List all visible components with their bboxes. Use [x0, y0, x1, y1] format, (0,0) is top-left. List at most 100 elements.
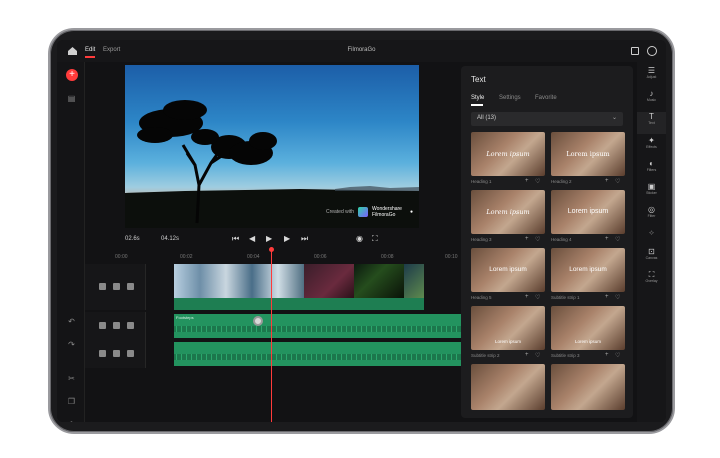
heart-icon[interactable]: ♡ — [615, 294, 620, 301]
tab-settings[interactable]: Settings — [499, 95, 521, 101]
undo-icon[interactable]: ↶ — [67, 317, 76, 326]
video-clip[interactable] — [174, 264, 304, 298]
audio-clip[interactable] — [174, 342, 486, 366]
prev-frame-icon[interactable]: ◀ — [249, 234, 255, 243]
tile-preview-text: Lorem ipsum — [574, 339, 601, 344]
text-style-tile[interactable]: Lorem ipsum Heading 4 + ♡ — [551, 190, 625, 243]
copy-icon[interactable]: ❐ — [67, 397, 76, 406]
add-icon[interactable]: + — [605, 178, 609, 184]
text-style-tile[interactable]: Lorem ipsum Heading 3 + ♡ — [471, 190, 545, 243]
tile-preview-text: Lorem ipsum — [494, 339, 521, 344]
transition-icon: ⟡ — [648, 228, 655, 237]
settings-icon[interactable] — [647, 46, 657, 56]
lock-icon[interactable] — [99, 350, 106, 357]
tile-caption: Subtitle strip 3 — [551, 353, 580, 358]
tile-preview-text: Lorem ipsum — [486, 150, 530, 158]
tool-overlay[interactable]: ⛶ Overlay — [637, 270, 666, 283]
visibility-icon[interactable] — [127, 322, 134, 329]
skip-end-icon[interactable]: ⏭ — [301, 234, 308, 244]
app-screen: Edit Export FilmoraGo + ▤ ↶ ↷ ✂ ❐ ⇪ Crea… — [57, 40, 666, 422]
add-icon[interactable]: + — [605, 352, 609, 358]
watermark-created-label: Created with — [325, 209, 355, 215]
add-icon[interactable]: + — [525, 352, 529, 358]
next-frame-icon[interactable]: ▶ — [284, 234, 290, 243]
watermark-brand: Wondershare FilmoraGo — [372, 206, 402, 218]
mute-icon[interactable] — [113, 350, 120, 357]
music-icon: ♪ — [649, 89, 654, 98]
watermark-close-icon[interactable]: ● — [410, 209, 413, 215]
heart-icon[interactable]: ♡ — [615, 352, 620, 359]
tool-effects[interactable]: ✦ Effects — [637, 136, 666, 149]
heart-icon[interactable]: ♡ — [535, 352, 540, 359]
video-audio-strip[interactable] — [174, 298, 424, 310]
tab-favorite[interactable]: Favorite — [535, 95, 557, 101]
app-title: FilmoraGo — [347, 47, 376, 53]
category-value: All (13) — [477, 115, 497, 121]
skip-start-icon[interactable]: ⏮ — [232, 234, 239, 244]
tool-filter[interactable]: ◎ Filter — [637, 205, 666, 218]
current-time: 02.6s — [125, 236, 140, 242]
add-icon[interactable]: + — [525, 294, 529, 300]
lock-icon[interactable] — [99, 283, 106, 290]
tool-text[interactable]: T Text — [637, 112, 666, 134]
effects-icon: ✦ — [648, 136, 655, 145]
add-icon[interactable]: + — [605, 236, 609, 242]
playback-controls: 02.6s 04.12s ⏮ ◀ ▶ ▶ ⏭ ◉ ⛶ — [125, 232, 419, 248]
heart-icon[interactable]: ♡ — [615, 236, 620, 243]
heart-icon[interactable]: ♡ — [615, 178, 620, 185]
add-icon[interactable]: + — [525, 178, 529, 184]
heart-icon[interactable]: ♡ — [535, 236, 540, 243]
volume-keyframe-handle[interactable] — [253, 316, 263, 326]
lock-icon[interactable] — [99, 322, 106, 329]
visibility-icon[interactable] — [127, 283, 134, 290]
tool-music[interactable]: ♪ Music — [637, 89, 666, 102]
text-style-tile[interactable]: Lorem ipsum Heading 2 + ♡ — [551, 132, 625, 185]
tool-canvas[interactable]: ⊡ Canvas — [637, 247, 666, 260]
top-bar: Edit Export FilmoraGo — [57, 40, 666, 62]
text-style-tile[interactable]: Lorem ipsum Subtitle strip 1 + ♡ — [551, 248, 625, 301]
add-icon[interactable]: + — [525, 236, 529, 242]
chevron-down-icon: ⌄ — [611, 115, 617, 121]
text-style-tile[interactable] — [551, 364, 625, 410]
ruler-tick: 00:00 — [115, 254, 128, 260]
library-icon[interactable]: ▤ — [67, 94, 76, 103]
save-icon[interactable] — [631, 47, 639, 55]
track-controls — [85, 312, 146, 340]
add-media-button[interactable]: + — [66, 69, 78, 81]
text-style-tile[interactable]: Lorem ipsum Heading 1 + ♡ — [471, 132, 545, 185]
fullscreen-icon[interactable]: ⛶ — [372, 234, 378, 244]
heart-icon[interactable]: ♡ — [535, 294, 540, 301]
playhead[interactable] — [269, 247, 274, 422]
split-icon[interactable]: ✂ — [67, 374, 76, 383]
tool-transition[interactable]: ⟡ — [637, 228, 666, 237]
redo-icon[interactable]: ↷ — [67, 340, 76, 349]
tab-style[interactable]: Style — [471, 95, 484, 106]
mute-icon[interactable] — [113, 322, 120, 329]
ruler-tick: 00:02 — [180, 254, 193, 260]
heart-icon[interactable]: ♡ — [535, 178, 540, 185]
share-icon[interactable]: ⇪ — [67, 420, 76, 422]
tile-preview-text: Lorem ipsum — [489, 266, 527, 273]
text-style-tile[interactable]: Lorem ipsum Subtitle strip 3 + ♡ — [551, 306, 625, 359]
waveform — [174, 326, 486, 332]
mute-icon[interactable] — [113, 283, 120, 290]
snapshot-icon[interactable]: ◉ — [356, 234, 363, 243]
tool-adjust[interactable]: ☰ Adjust — [637, 66, 666, 79]
video-clip[interactable] — [404, 264, 424, 298]
tool-sticker[interactable]: ▣ Sticker — [637, 182, 666, 195]
video-preview[interactable]: Created with Wondershare FilmoraGo ● — [125, 65, 419, 228]
audio-clip[interactable]: Footsteps — [174, 314, 486, 338]
text-style-tile[interactable]: Lorem ipsum Subtitle strip 2 + ♡ — [471, 306, 545, 359]
play-icon[interactable]: ▶ — [266, 234, 272, 243]
video-clip[interactable] — [354, 264, 404, 298]
text-style-tile[interactable] — [471, 364, 545, 410]
category-dropdown[interactable]: All (13) ⌄ — [471, 112, 623, 126]
tool-filters[interactable]: ◐ Filters — [637, 159, 666, 172]
video-clip[interactable] — [304, 264, 354, 298]
visibility-icon[interactable] — [127, 350, 134, 357]
text-style-tile[interactable]: Lorem ipsum Heading 5 + ♡ — [471, 248, 545, 301]
filters-icon: ◐ — [649, 159, 654, 168]
track-controls — [85, 264, 146, 310]
waveform — [174, 354, 486, 360]
add-icon[interactable]: + — [605, 294, 609, 300]
